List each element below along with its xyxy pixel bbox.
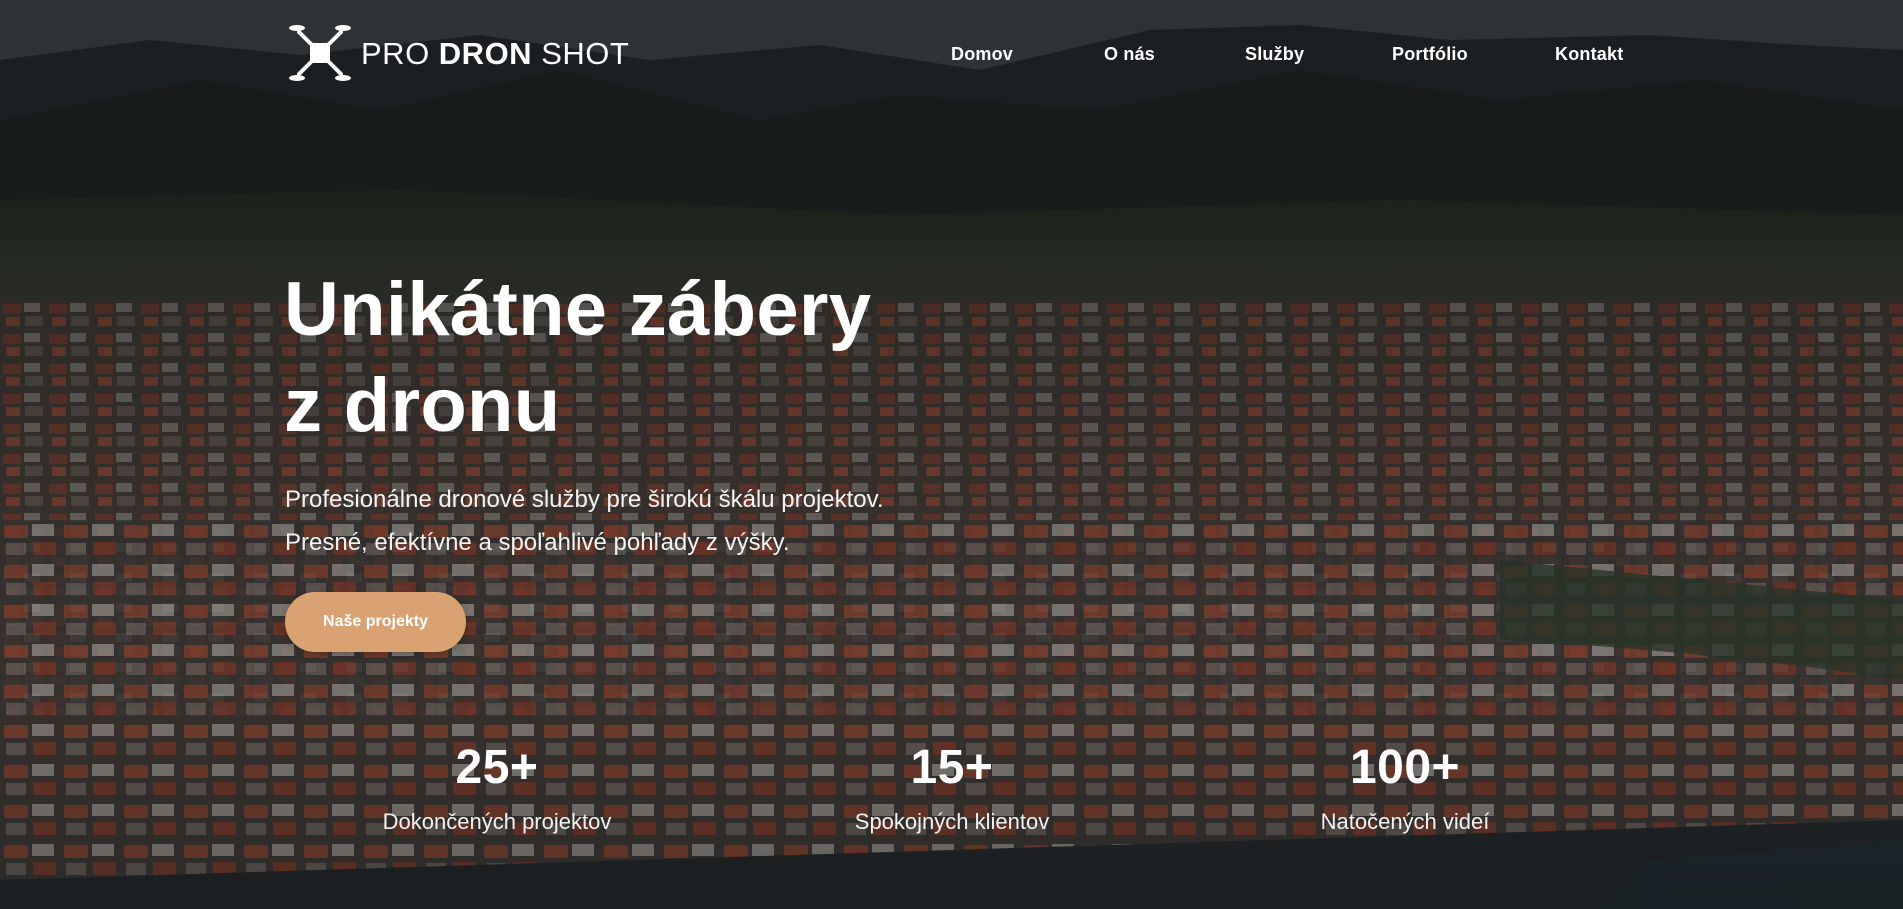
hero-title-line-2: z dronu — [284, 363, 561, 448]
stat-completed-projects: 25+ Dokončených projektov — [367, 740, 627, 836]
our-projects-button[interactable]: Naše projekty — [285, 592, 466, 652]
hero-subtitle: Profesionálne dronové služby pre širokú … — [285, 478, 884, 564]
stat-value: 25+ — [455, 741, 539, 794]
hero-section: PRO DRON SHOT Domov O nás Služby Portfól… — [0, 0, 1903, 909]
brand-name-end: SHOT — [532, 35, 630, 71]
brand-name: PRO DRON SHOT — [361, 38, 629, 69]
nav-item-home: Domov — [951, 44, 1013, 65]
hero-subtitle-line-2: Presné, efektívne a spoľahlivé pohľady z… — [285, 529, 790, 556]
stat-label: Natočených videí — [1320, 809, 1490, 834]
nav-link-services[interactable]: Služby — [1245, 44, 1304, 64]
stat-label: Dokončených projektov — [382, 809, 612, 834]
stat-label: Spokojných klientov — [854, 809, 1050, 834]
nav-item-services: Služby — [1245, 44, 1304, 65]
nav-link-contact[interactable]: Kontakt — [1555, 44, 1623, 64]
stat-satisfied-clients: 15+ Spokojných klientov — [822, 740, 1082, 836]
hero-subtitle-line-1: Profesionálne dronové služby pre širokú … — [285, 486, 884, 513]
drone-icon — [289, 25, 351, 81]
brand-logo[interactable]: PRO DRON SHOT — [287, 20, 629, 86]
brand-name-bold: DRON — [438, 35, 533, 71]
nav-item-about: O nás — [1104, 44, 1155, 65]
stat-filmed-videos: 100+ Natočených videí — [1275, 740, 1535, 836]
hero-title: Unikátne zábery z dronu — [284, 262, 871, 454]
nav-link-home[interactable]: Domov — [951, 44, 1013, 64]
hero-title-line-1: Unikátne zábery — [284, 267, 872, 352]
brand-name-light: PRO — [361, 35, 439, 71]
stat-value: 100+ — [1349, 741, 1461, 794]
nav-link-about[interactable]: O nás — [1104, 44, 1155, 64]
nav-item-portfolio: Portfólio — [1392, 44, 1468, 65]
main-navigation: PRO DRON SHOT Domov O nás Služby Portfól… — [0, 0, 1903, 110]
stat-value: 15+ — [910, 741, 994, 794]
nav-item-contact: Kontakt — [1555, 44, 1623, 65]
nav-link-portfolio[interactable]: Portfólio — [1392, 44, 1468, 64]
